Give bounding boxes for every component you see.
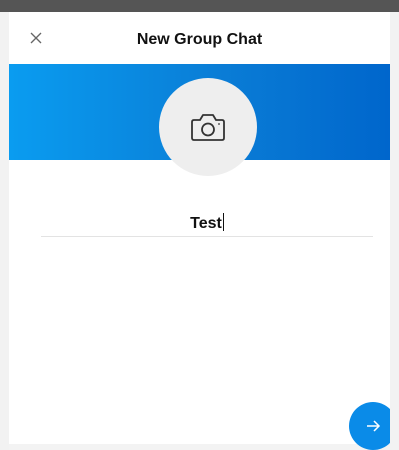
window-right-edge	[390, 12, 399, 450]
text-caret	[222, 213, 224, 231]
window-top-edge	[0, 0, 399, 12]
new-group-chat-window: New Group Chat Test	[0, 0, 399, 450]
window-left-edge	[0, 12, 9, 450]
group-name-value: Test	[190, 215, 222, 232]
close-icon	[30, 32, 42, 44]
bottom-edge	[9, 444, 390, 450]
group-avatar-button[interactable]	[159, 78, 257, 176]
dialog-panel: New Group Chat Test	[9, 12, 390, 450]
group-name-underline	[41, 236, 373, 237]
next-button[interactable]	[349, 402, 390, 450]
dialog-title: New Group Chat	[136, 31, 263, 48]
close-button[interactable]	[26, 28, 46, 48]
dialog-header: New Group Chat	[9, 12, 390, 64]
arrow-right-icon	[367, 420, 381, 432]
camera-icon	[191, 114, 225, 141]
group-name-input[interactable]: Test	[41, 212, 373, 236]
